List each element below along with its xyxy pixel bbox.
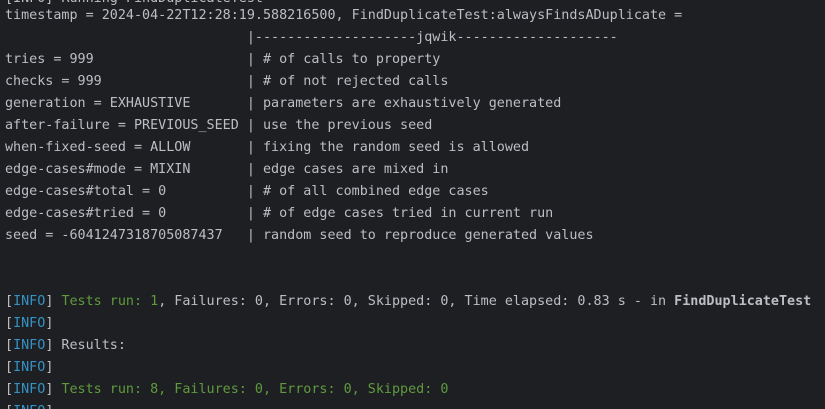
log-bracket-open: [ (5, 360, 14, 375)
log-line-tests-run-class: [INFO] Tests run: 1, Failures: 0, Errors… (5, 291, 811, 313)
log-line-results: [INFO] Results: (5, 335, 126, 357)
log-bracket-open: [ (5, 404, 13, 409)
param-after-failure: after-failure = PREVIOUS_SEED | use the … (5, 118, 433, 133)
tests-run-count: Tests run: 1 (61, 294, 159, 309)
param-edge-cases-mode: edge-cases#mode = MIXIN | edge cases are… (5, 162, 449, 177)
log-bracket-close: ] (45, 404, 53, 409)
log-bracket-close: ] (45, 360, 54, 375)
log-bracket-open: [ (5, 382, 14, 397)
results-label: Results: (53, 338, 126, 353)
log-bracket-close: ] (45, 316, 54, 331)
param-tries: tries = 999 | # of calls to property (5, 52, 441, 67)
jqwik-separator-line: |--------------------jqwik--------------… (5, 30, 618, 45)
log-level-info: INFO (13, 338, 46, 353)
log-level-info: INFO (13, 382, 46, 397)
jqwik-header-line: timestamp = 2024-04-22T12:28:19.58821650… (5, 8, 683, 23)
param-when-fixed-seed: when-fixed-seed = ALLOW | fixing the ran… (5, 140, 530, 155)
log-level-info: INFO (13, 404, 45, 409)
log-bracket-open: [ (5, 316, 14, 331)
param-checks: checks = 999 | # of not rejected calls (5, 74, 449, 89)
log-bracket-open: [ (5, 294, 14, 309)
log-bracket-close: ] (45, 382, 54, 397)
log-level-info: INFO (13, 360, 46, 375)
tests-total-summary: Tests run: 8, Failures: 0, Errors: 0, Sk… (61, 382, 449, 397)
param-edge-cases-total: edge-cases#total = 0 | # of all combined… (5, 184, 489, 199)
test-class-name: FindDuplicateTest (674, 294, 812, 309)
log-bracket-open: [ (5, 338, 14, 353)
log-line-empty: [INFO] (5, 313, 53, 335)
log-line-tests-total: [INFO] Tests run: 8, Failures: 0, Errors… (5, 379, 448, 401)
log-line-partial: [INFO] (5, 401, 53, 409)
param-generation: generation = EXHAUSTIVE | parameters are… (5, 96, 562, 111)
log-level-info: INFO (13, 316, 46, 331)
log-level-info: INFO (13, 294, 46, 309)
log-line-empty: [INFO] (5, 357, 53, 379)
param-edge-cases-tried: edge-cases#tried = 0 | # of edge cases t… (5, 206, 554, 221)
param-seed: seed = -6041247318705087437 | random see… (5, 228, 594, 243)
terminal-output: [INFO] Running FindDuplicateTest timesta… (0, 0, 825, 409)
test-summary-text: , Failures: 0, Errors: 0, Skipped: 0, Ti… (158, 294, 675, 309)
log-bracket-close: ] (45, 294, 54, 309)
